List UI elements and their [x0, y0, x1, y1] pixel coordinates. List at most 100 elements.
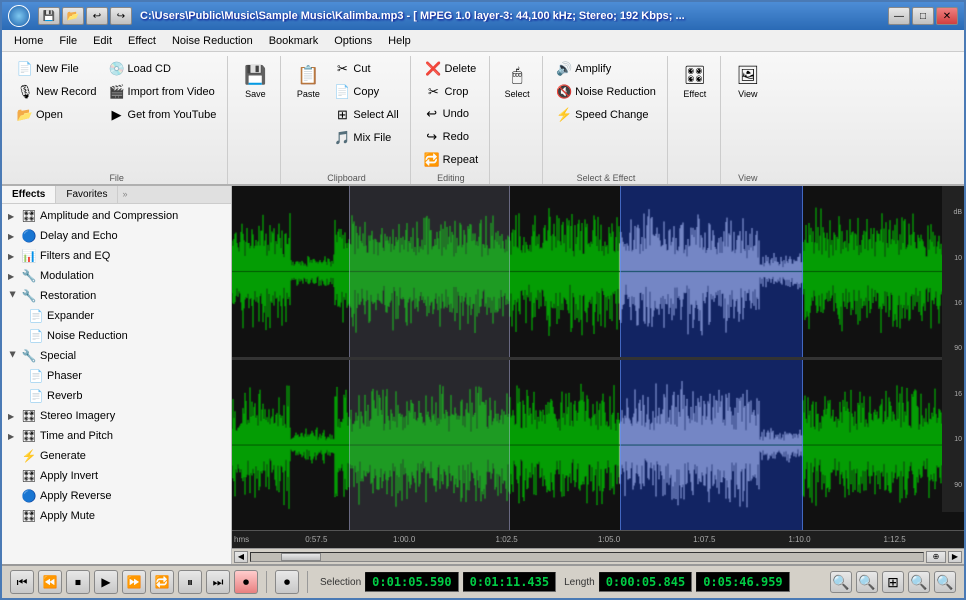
maximize-btn[interactable]: □: [912, 7, 934, 25]
delete-btn[interactable]: ❌ Delete: [421, 58, 482, 80]
selection-end-field[interactable]: 0:01:11.435: [463, 572, 556, 592]
cut-btn[interactable]: ✂ Cut: [329, 58, 403, 80]
paste-btn[interactable]: 📋 Paste: [289, 58, 327, 102]
tree-child-reverb[interactable]: 📄 Reverb: [24, 386, 229, 406]
ribbon-group-select-effect: 🔊 Amplify 🔇 Noise Reduction ⚡ Speed Chan…: [545, 56, 668, 184]
transport-play[interactable]: ▶: [94, 570, 118, 594]
transport-loop[interactable]: 🔁: [150, 570, 174, 594]
new-file-btn[interactable]: 📄 New File: [12, 58, 102, 80]
label-reverb: Reverb: [47, 390, 82, 402]
quick-redo-btn[interactable]: ↪: [110, 7, 132, 25]
transport-stop[interactable]: ⏹: [66, 570, 90, 594]
scroll-thumb-h[interactable]: [281, 553, 321, 561]
tree-item-restoration[interactable]: ▶ 🔧 Restoration: [4, 286, 229, 306]
undo-btn[interactable]: ↩ Undo: [419, 103, 483, 125]
quick-undo-btn[interactable]: ↩: [86, 7, 108, 25]
waveform-container[interactable]: /* waveform drawn via polylines in the S…: [232, 186, 964, 564]
tree-item-mute[interactable]: ▶ 🎛 Apply Mute: [4, 506, 229, 526]
tree-item-invert[interactable]: ▶ 🎛 Apply Invert: [4, 466, 229, 486]
menu-bookmark[interactable]: Bookmark: [261, 33, 327, 49]
zoom-fit-btn[interactable]: ⊞: [882, 571, 904, 593]
quick-open-btn[interactable]: 📂: [62, 7, 84, 25]
minimize-btn[interactable]: —: [888, 7, 910, 25]
tree-item-delay[interactable]: ▶ 🔵 Delay and Echo: [4, 226, 229, 246]
tree-item-filters[interactable]: ▶ 📊 Filters and EQ: [4, 246, 229, 266]
quick-save-btn[interactable]: 💾: [38, 7, 60, 25]
menu-edit[interactable]: Edit: [85, 33, 120, 49]
import-video-icon: 🎬: [109, 84, 125, 100]
menu-home[interactable]: Home: [6, 33, 51, 49]
menu-noise-reduction[interactable]: Noise Reduction: [164, 33, 261, 49]
menu-options[interactable]: Options: [326, 33, 380, 49]
tree-item-generate[interactable]: ▶ ⚡ Generate: [4, 446, 229, 466]
repeat-btn[interactable]: 🔁 Repeat: [419, 149, 483, 171]
transport-forward-end[interactable]: ⏭: [206, 570, 230, 594]
zoom-selection-btn[interactable]: 🔍: [908, 571, 930, 593]
transport-rewind-start[interactable]: ⏮: [10, 570, 34, 594]
transport-fast-forward[interactable]: ⏩: [122, 570, 146, 594]
view-btn[interactable]: 🖼 View: [729, 58, 767, 102]
icon-invert: 🎛: [21, 468, 37, 484]
icon-restoration: 🔧: [21, 288, 37, 304]
save-btn[interactable]: 💾 Save: [236, 58, 274, 102]
sidebar-tab-favorites[interactable]: Favorites: [56, 186, 118, 203]
tree-item-timepitch[interactable]: ▶ 🎛 Time and Pitch: [4, 426, 229, 446]
total-length-field[interactable]: 0:05:46.959: [696, 572, 789, 592]
redo-btn[interactable]: ↪ Redo: [419, 126, 483, 148]
scroll-track-h[interactable]: [250, 552, 924, 562]
sidebar-tab-effects[interactable]: Effects: [2, 186, 56, 203]
transport-record[interactable]: ⏺: [234, 570, 258, 594]
copy-btn[interactable]: 📄 Copy: [329, 81, 403, 103]
get-youtube-btn[interactable]: ▶ Get from YouTube: [104, 104, 222, 126]
close-btn[interactable]: ✕: [936, 7, 958, 25]
track-1[interactable]: /* waveform drawn via polylines in the S…: [232, 186, 964, 357]
tree-child-noise-reduction[interactable]: 📄 Noise Reduction: [24, 326, 229, 346]
crop-btn[interactable]: ✂ Crop: [421, 81, 482, 103]
label-restoration: Restoration: [40, 290, 96, 302]
select-btn[interactable]: 🖱 Select: [498, 58, 536, 102]
new-record-btn[interactable]: 🎙 New Record: [12, 81, 102, 103]
speed-change-btn[interactable]: ⚡ Speed Change: [551, 104, 661, 126]
transport-rewind[interactable]: ⏪: [38, 570, 62, 594]
track-2[interactable]: [232, 360, 964, 531]
editing-col: ❌ Delete ✂ Crop: [421, 58, 482, 103]
tree-child-phaser[interactable]: 📄 Phaser: [24, 366, 229, 386]
load-cd-btn[interactable]: 💿 Load CD: [104, 58, 222, 80]
arrow-amplitude: ▶: [8, 212, 18, 221]
zoom-out-btn[interactable]: 🔍: [856, 571, 878, 593]
menu-help[interactable]: Help: [380, 33, 419, 49]
scroll-left-btn[interactable]: ◀: [234, 551, 248, 563]
amplify-icon: 🔊: [556, 61, 572, 77]
effect-btn[interactable]: 🎛 Effect: [676, 58, 714, 102]
zoom-in-btn[interactable]: 🔍: [830, 571, 852, 593]
amplify-btn[interactable]: 🔊 Amplify: [551, 58, 661, 80]
tree-item-modulation[interactable]: ▶ 🔧 Modulation: [4, 266, 229, 286]
undo-icon: ↩: [424, 106, 440, 122]
tree-item-special[interactable]: ▶ 🔧 Special: [4, 346, 229, 366]
noise-reduction-btn[interactable]: 🔇 Noise Reduction: [551, 81, 661, 103]
tree-item-reverse[interactable]: ▶ 🔵 Apply Reverse: [4, 486, 229, 506]
tree-item-amplitude[interactable]: ▶ 🎛 Amplitude and Compression: [4, 206, 229, 226]
expander-icon: 📄: [28, 308, 44, 324]
waveform-tracks[interactable]: /* waveform drawn via polylines in the S…: [232, 186, 964, 530]
zoom-reset-btn[interactable]: 🔍: [934, 571, 956, 593]
import-video-btn[interactable]: 🎬 Import from Video: [104, 81, 222, 103]
scroll-center-btn[interactable]: ⊕: [926, 551, 946, 563]
transport-extra[interactable]: ⏺: [275, 570, 299, 594]
tree-child-expander[interactable]: 📄 Expander: [24, 306, 229, 326]
special-children: 📄 Phaser 📄 Reverb: [24, 366, 229, 406]
open-btn[interactable]: 📂 Open: [12, 104, 102, 126]
icon-stereo: 🎛: [21, 408, 37, 424]
menu-effect[interactable]: Effect: [120, 33, 164, 49]
mix-file-btn[interactable]: 🎵 Mix File: [329, 127, 403, 149]
label-amplitude: Amplitude and Compression: [40, 210, 178, 222]
selection-start-field[interactable]: 0:01:05.590: [365, 572, 458, 592]
new-file-icon: 📄: [17, 61, 33, 77]
menu-file[interactable]: File: [51, 33, 85, 49]
transport-pause[interactable]: ⏸: [178, 570, 202, 594]
length-field[interactable]: 0:00:05.845: [599, 572, 692, 592]
tree-item-stereo[interactable]: ▶ 🎛 Stereo Imagery: [4, 406, 229, 426]
scroll-right-btn[interactable]: ▶: [948, 551, 962, 563]
select-all-btn[interactable]: ⊞ Select All: [329, 104, 403, 126]
sidebar-tab-expand[interactable]: »: [118, 186, 131, 203]
